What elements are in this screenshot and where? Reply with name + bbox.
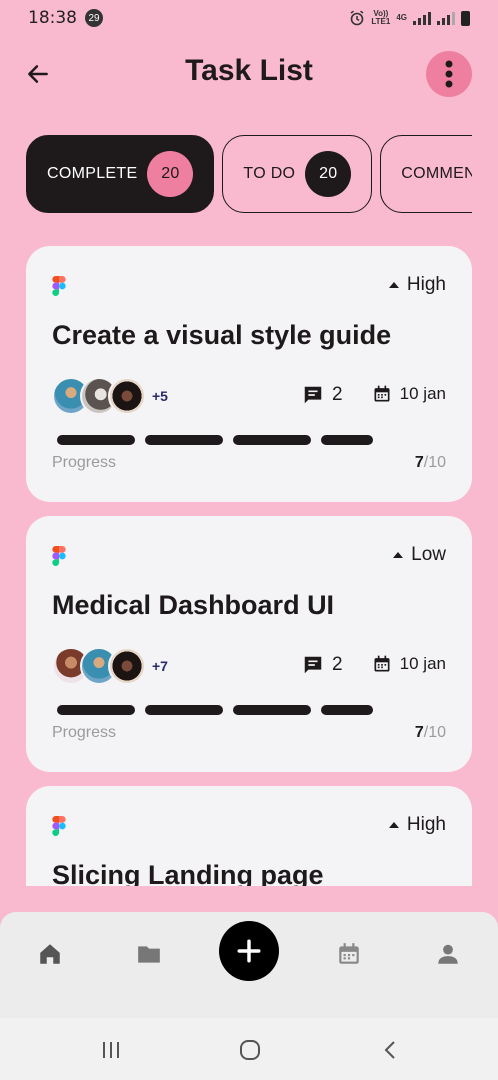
figma-icon	[52, 276, 66, 296]
network-line-2: LTE1	[371, 17, 391, 26]
progress-count: 7/10	[415, 724, 446, 742]
profile-icon	[438, 944, 458, 964]
priority-label: Low	[411, 544, 446, 565]
task-card[interactable]: High Slicing Landing page	[26, 786, 472, 886]
due-date: 10 jan	[372, 654, 446, 674]
caret-up-icon	[388, 822, 399, 828]
home-icon	[40, 944, 60, 964]
tab-count: 20	[305, 151, 352, 197]
home-button[interactable]	[236, 1036, 264, 1064]
progress-segment	[57, 435, 135, 445]
tab-complete[interactable]: COMPLETE 20	[26, 135, 215, 213]
figma-icon	[52, 816, 66, 836]
comments-value: 2	[332, 384, 343, 405]
header: Task List	[0, 44, 498, 104]
home-circle-icon	[240, 1040, 260, 1060]
priority-indicator: High	[388, 274, 446, 296]
figma-icon	[52, 546, 66, 566]
extra-assignees-count: +5	[152, 388, 168, 404]
recent-apps-button[interactable]	[97, 1036, 125, 1064]
nav-home[interactable]	[32, 936, 68, 972]
bottom-navigation	[0, 912, 498, 1018]
calendar-icon	[374, 385, 390, 402]
add-task-button[interactable]	[219, 921, 279, 981]
priority-label: High	[406, 274, 446, 295]
notification-count-badge: 29	[85, 9, 103, 27]
progress-total: /10	[423, 724, 446, 741]
progress-count: 7/10	[415, 454, 446, 472]
page-title: Task List	[185, 54, 313, 87]
avatar	[108, 377, 146, 415]
status-time: 18:38	[28, 8, 77, 28]
comments-value: 2	[332, 654, 343, 675]
comments-count: 2	[302, 384, 343, 406]
tab-comments[interactable]: COMMENTS	[380, 135, 472, 213]
network-type: 4G	[396, 13, 407, 22]
back-system-button[interactable]	[376, 1036, 404, 1064]
more-options-button[interactable]	[426, 51, 472, 97]
progress-label: Progress	[52, 454, 117, 471]
avatar	[108, 647, 146, 685]
status-icons: Vo)) LTE1 4G	[349, 10, 470, 26]
progress-done: 7	[414, 454, 424, 471]
priority-indicator: High	[388, 814, 446, 836]
task-card[interactable]: High Create a visual style guide +5 2 10…	[26, 246, 472, 502]
progress-segment	[321, 435, 373, 445]
more-vertical-icon	[445, 60, 453, 88]
signal-icon	[413, 11, 431, 25]
progress-segment	[145, 705, 223, 715]
task-list: High Create a visual style guide +5 2 10…	[26, 246, 472, 886]
caret-up-icon	[388, 282, 399, 288]
caret-up-icon	[393, 552, 404, 558]
task-title: Slicing Landing page	[52, 860, 324, 886]
alarm-icon	[350, 10, 364, 26]
network-label: Vo)) LTE1	[371, 10, 390, 26]
task-filter-tabs: COMPLETE 20 TO DO 20 COMMENTS	[26, 135, 472, 215]
assignee-avatars[interactable]: +5	[52, 377, 168, 415]
tab-to-do[interactable]: TO DO 20	[222, 135, 373, 213]
progress-bar	[57, 705, 373, 715]
due-date-value: 10 jan	[399, 384, 446, 403]
battery-icon	[461, 10, 470, 26]
task-card[interactable]: Low Medical Dashboard UI +7 2 10 jan Pro…	[26, 516, 472, 772]
folder-icon	[138, 946, 160, 963]
tab-label: TO DO	[243, 165, 296, 182]
task-title: Medical Dashboard UI	[52, 590, 335, 620]
status-bar: 18:38 29 Vo)) LTE1 4G	[0, 0, 498, 36]
extra-assignees-count: +7	[152, 658, 168, 674]
comments-count: 2	[302, 654, 343, 676]
progress-total: /10	[423, 454, 446, 471]
task-title: Create a visual style guide	[52, 320, 392, 350]
plus-icon	[237, 939, 261, 963]
nav-profile[interactable]	[430, 936, 466, 972]
progress-segment	[321, 705, 373, 715]
calendar-icon	[374, 655, 390, 672]
due-date: 10 jan	[372, 384, 446, 404]
progress-segment	[233, 435, 311, 445]
signal-icon-2	[437, 11, 455, 25]
due-date-value: 10 jan	[399, 654, 446, 673]
assignee-avatars[interactable]: +7	[52, 647, 168, 685]
system-navigation-bar	[0, 1018, 498, 1080]
tab-label: COMMENTS	[401, 165, 472, 182]
comment-icon	[304, 656, 322, 674]
progress-segment	[145, 435, 223, 445]
nav-folder[interactable]	[131, 936, 167, 972]
comment-icon	[304, 386, 322, 404]
progress-segment	[233, 705, 311, 715]
calendar-icon	[339, 943, 359, 964]
nav-calendar[interactable]	[331, 936, 367, 972]
progress-bar	[57, 435, 373, 445]
progress-segment	[57, 705, 135, 715]
chevron-left-icon	[384, 1041, 395, 1059]
priority-label: High	[406, 814, 446, 835]
progress-done: 7	[414, 724, 424, 741]
progress-label: Progress	[52, 724, 117, 741]
priority-indicator: Low	[393, 544, 446, 566]
recent-apps-icon	[103, 1042, 119, 1058]
tab-label: COMPLETE	[47, 165, 138, 182]
tab-count: 20	[147, 151, 194, 197]
